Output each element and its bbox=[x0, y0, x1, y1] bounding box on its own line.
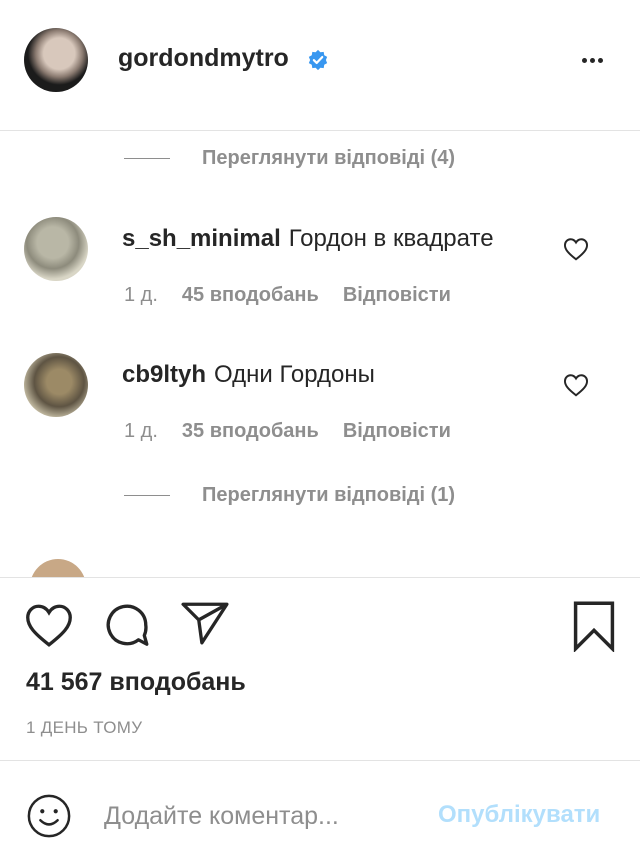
comment-like-heart-icon[interactable] bbox=[563, 237, 589, 261]
smiley-icon[interactable] bbox=[26, 793, 72, 839]
heart-icon[interactable] bbox=[24, 602, 74, 648]
bookmark-icon[interactable] bbox=[572, 600, 616, 652]
comment-meta: 1 д. 45 вподобань Відповісти bbox=[124, 284, 451, 307]
view-replies-button[interactable]: Переглянути відповіді (4) bbox=[124, 143, 455, 173]
divider-line bbox=[124, 494, 170, 496]
post-comment-button[interactable]: Опублікувати bbox=[438, 801, 600, 829]
commenter-avatar[interactable] bbox=[24, 217, 88, 281]
comment-like-heart-icon[interactable] bbox=[563, 373, 589, 397]
comment-body: Гордон в квадрате bbox=[288, 225, 494, 252]
view-replies-label: Переглянути відповіді (4) bbox=[202, 146, 456, 169]
comment-body: Одни Гордоны bbox=[214, 361, 375, 388]
comment-text: s_sh_minimal Гордон в квадрате bbox=[122, 225, 494, 253]
commenter-avatar[interactable] bbox=[30, 559, 86, 577]
likes-count[interactable]: 41 567 вподобань bbox=[26, 668, 246, 697]
commenter-avatar[interactable] bbox=[24, 353, 88, 417]
more-options-icon[interactable] bbox=[582, 48, 614, 72]
comment-item: cb9ltyh Одни Гордоны 1 д. 35 вподобань Ві… bbox=[0, 353, 640, 463]
post-header: gordondmytro bbox=[0, 0, 640, 131]
comment-text: cb9ltyh Одни Гордоны bbox=[122, 361, 375, 389]
author-username[interactable]: gordondmytro bbox=[118, 44, 289, 73]
post-actions: 41 567 вподобань 1 ДЕНЬ ТОМУ bbox=[0, 577, 640, 761]
reply-button[interactable]: Відповісти bbox=[343, 420, 451, 443]
comment-item: s_sh_minimal Гордон в квадрате 1 д. 45 вп… bbox=[0, 217, 640, 327]
comment-icon[interactable] bbox=[102, 600, 152, 650]
comment-composer: Опублікувати bbox=[0, 760, 640, 863]
view-replies-label: Переглянути відповіді (1) bbox=[202, 483, 456, 506]
verified-badge-icon bbox=[308, 49, 328, 71]
comment-likes[interactable]: 35 вподобань bbox=[182, 420, 319, 443]
comment-input[interactable] bbox=[102, 793, 406, 839]
reply-button[interactable]: Відповісти bbox=[343, 284, 451, 307]
comment-likes[interactable]: 45 вподобань bbox=[182, 284, 319, 307]
comments-list: Переглянути відповіді (4) s_sh_minimal Го… bbox=[0, 131, 640, 577]
post-timestamp: 1 ДЕНЬ ТОМУ bbox=[26, 718, 143, 737]
paper-plane-icon[interactable] bbox=[180, 600, 230, 646]
comment-age: 1 д. bbox=[124, 284, 158, 306]
commenter-username[interactable]: cb9ltyh bbox=[122, 361, 206, 388]
author-avatar[interactable] bbox=[24, 28, 88, 92]
commenter-username[interactable]: s_sh_minimal bbox=[122, 225, 281, 252]
comment-meta: 1 д. 35 вподобань Відповісти bbox=[124, 420, 451, 443]
comment-age: 1 д. bbox=[124, 420, 158, 442]
divider-line bbox=[124, 157, 170, 159]
view-replies-button[interactable]: Переглянути відповіді (1) bbox=[124, 480, 455, 510]
